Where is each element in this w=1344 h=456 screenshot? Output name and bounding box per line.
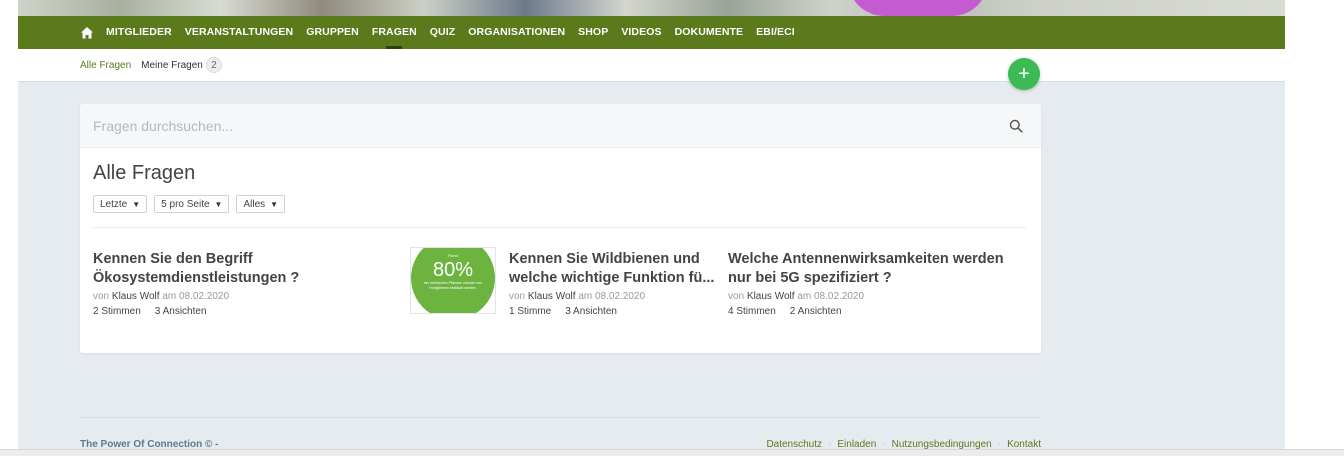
count-badge: 2 xyxy=(205,57,222,73)
vote-count: 1 Stimme xyxy=(509,306,552,317)
question-author[interactable]: Klaus Wolf xyxy=(528,291,576,302)
nav-item-gruppen[interactable]: GRUPPEN xyxy=(306,16,359,49)
vote-count: 2 Stimmen xyxy=(93,306,141,317)
add-question-button[interactable]: + xyxy=(1008,58,1040,90)
sort-dropdown-label: Letzte xyxy=(100,198,128,210)
filter-bar: Letzte ▼ 5 pro Seite ▼ Alles ▼ xyxy=(93,195,292,213)
thumb-percent: 80% xyxy=(432,259,474,281)
question-stats: 2 Stimmen 3 Ansichten xyxy=(93,306,313,317)
caret-down-icon: ▼ xyxy=(214,199,223,209)
question-item: Kennen Sie den Begriff Ökosystemdienstle… xyxy=(93,250,313,317)
question-author[interactable]: Klaus Wolf xyxy=(112,291,160,302)
nav-item-ebi-eci[interactable]: EBI/ECI xyxy=(756,16,795,49)
question-title[interactable]: Welche Antennenwirksamkeiten werden nur … xyxy=(728,250,1028,288)
question-title[interactable]: Kennen Sie den Begriff Ökosystemdienstle… xyxy=(93,250,313,288)
meta-on: am xyxy=(578,291,593,302)
nav-item-shop[interactable]: SHOP xyxy=(578,16,608,49)
meta-by: von xyxy=(93,291,110,302)
meta-by: von xyxy=(509,291,526,302)
page-title: Alle Fragen xyxy=(93,162,196,184)
view-count: 2 Ansichten xyxy=(789,306,842,317)
divider xyxy=(93,227,1026,228)
per-page-dropdown-label: 5 pro Seite xyxy=(161,198,210,210)
caret-down-icon: ▼ xyxy=(270,199,279,209)
home-icon[interactable] xyxy=(80,26,94,40)
meta-on: am xyxy=(797,291,812,302)
caret-down-icon: ▼ xyxy=(132,199,141,209)
tab-my-questions[interactable]: Meine Fragen 2 xyxy=(141,57,222,73)
question-stats: 4 Stimmen 2 Ansichten xyxy=(728,306,1028,317)
plus-icon: + xyxy=(1018,63,1030,85)
nav-item-mitglieder[interactable]: MITGLIEDER xyxy=(106,16,172,49)
infographic-circle: Rund 80% der heimischen Pflanzen müssen … xyxy=(411,248,495,313)
nav-item-veranstaltungen[interactable]: VERANSTALTUNGEN xyxy=(185,16,293,49)
view-count: 3 Ansichten xyxy=(154,306,207,317)
thumb-description: der heimischen Pflanzen müssen von Honig… xyxy=(423,281,483,290)
question-item: Welche Antennenwirksamkeiten werden nur … xyxy=(728,250,1028,317)
thumb-prefix: Rund xyxy=(448,253,458,258)
per-page-dropdown[interactable]: 5 pro Seite ▼ xyxy=(154,195,230,213)
sub-nav: Alle Fragen Meine Fragen 2 xyxy=(18,49,1285,82)
main-nav: MITGLIEDER VERANSTALTUNGEN GRUPPEN FRAGE… xyxy=(18,16,1285,49)
scope-dropdown[interactable]: Alles ▼ xyxy=(236,195,286,213)
search-icon[interactable] xyxy=(1009,119,1023,133)
footer-divider xyxy=(80,417,1041,418)
vote-count: 4 Stimmen xyxy=(728,306,776,317)
question-thumbnail[interactable]: Rund 80% der heimischen Pflanzen müssen … xyxy=(410,247,496,314)
view-count: 3 Ansichten xyxy=(565,306,617,317)
meta-by: von xyxy=(728,291,745,302)
question-meta: von Klaus Wolf am 08.02.2020 xyxy=(509,291,717,302)
page: MITGLIEDER VERANSTALTUNGEN GRUPPEN FRAGE… xyxy=(18,0,1285,456)
questions-card: Alle Fragen Letzte ▼ 5 pro Seite ▼ Alles… xyxy=(80,104,1041,353)
tab-all-questions[interactable]: Alle Fragen xyxy=(80,60,131,71)
question-date: 08.02.2020 xyxy=(179,291,230,302)
question-stats: 1 Stimme 3 Ansichten xyxy=(509,306,717,317)
meta-on: am xyxy=(162,291,177,302)
sort-dropdown[interactable]: Letzte ▼ xyxy=(93,195,148,213)
horizontal-scrollbar[interactable] xyxy=(0,449,1344,456)
hero-banner xyxy=(18,0,1285,16)
search-input[interactable] xyxy=(93,104,973,148)
question-meta: von Klaus Wolf am 08.02.2020 xyxy=(93,291,313,302)
nav-item-videos[interactable]: VIDEOS xyxy=(621,16,661,49)
tab-my-questions-label: Meine Fragen xyxy=(141,59,203,71)
question-date: 08.02.2020 xyxy=(595,291,646,302)
question-author[interactable]: Klaus Wolf xyxy=(747,291,795,302)
scope-dropdown-label: Alles xyxy=(243,198,266,210)
question-title[interactable]: Kennen Sie Wildbienen und welche wichtig… xyxy=(509,250,717,288)
search-bar xyxy=(80,104,1041,148)
nav-item-fragen[interactable]: FRAGEN xyxy=(372,16,417,49)
hero-decoration xyxy=(848,0,988,16)
question-meta: von Klaus Wolf am 08.02.2020 xyxy=(728,291,1028,302)
nav-item-dokumente[interactable]: DOKUMENTE xyxy=(675,16,744,49)
question-date: 08.02.2020 xyxy=(814,291,865,302)
nav-item-quiz[interactable]: QUIZ xyxy=(430,16,455,49)
question-item: Kennen Sie Wildbienen und welche wichtig… xyxy=(509,250,717,317)
nav-item-organisationen[interactable]: ORGANISATIONEN xyxy=(468,16,565,49)
